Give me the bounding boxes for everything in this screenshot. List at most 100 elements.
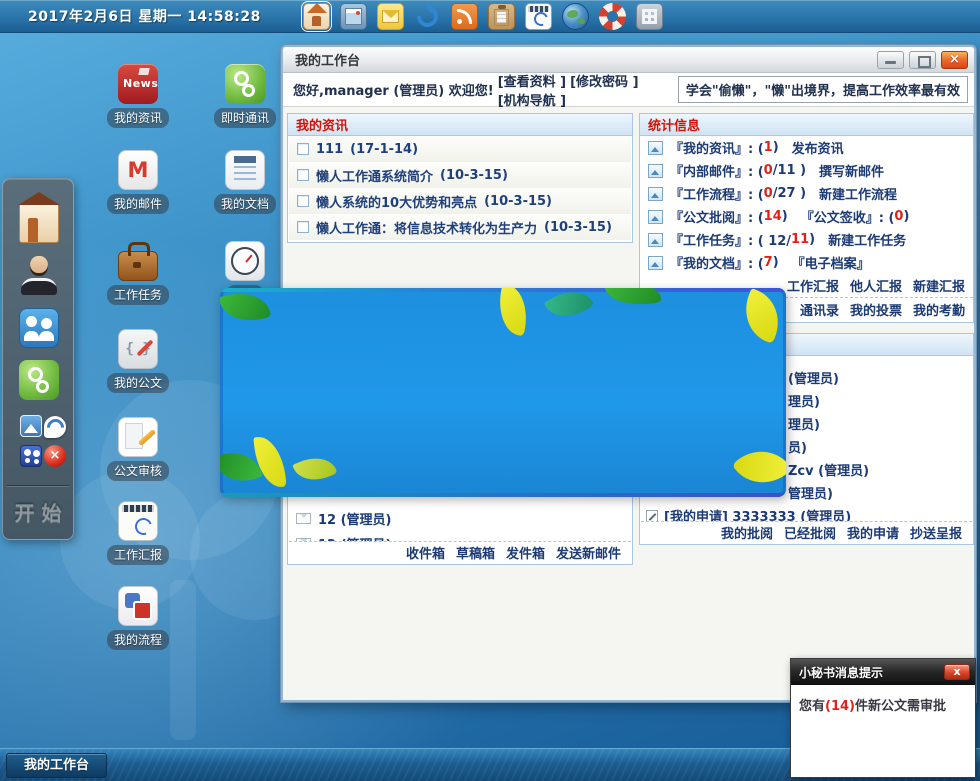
rss-icon[interactable] bbox=[451, 3, 478, 30]
doc-review-icon bbox=[118, 417, 158, 457]
text-segment[interactable]: 发布资讯 bbox=[792, 138, 844, 157]
calendar-icon[interactable] bbox=[525, 3, 552, 30]
text-segment: 1 bbox=[764, 140, 773, 155]
desktop-icon-label: 我的文档 bbox=[214, 194, 276, 214]
clipboard-icon[interactable] bbox=[488, 3, 515, 30]
stat-row: 『公文批阅』: ( 14 )『公文签收』: ( 0 ) bbox=[640, 205, 973, 228]
stats-panel-header: 统计信息 bbox=[640, 114, 973, 136]
tip-box: 学会"偷懒"，"懒"出境界，提高工作效率最有效 bbox=[678, 76, 968, 103]
text-segment[interactable]: 我的考勤 bbox=[913, 300, 965, 319]
news-item-title: 懒人工作通系统简介 bbox=[316, 166, 433, 185]
news-item[interactable]: 懒人系统的10大优势和亮点(10-3-15) bbox=[289, 188, 631, 214]
checkbox-icon[interactable] bbox=[297, 195, 309, 207]
text-segment: 『工作流程』: ( bbox=[670, 184, 764, 203]
text-segment: 7 bbox=[764, 255, 773, 270]
checkbox-icon[interactable] bbox=[297, 143, 309, 155]
checkbox-icon[interactable] bbox=[297, 169, 309, 181]
flow-icon bbox=[118, 586, 158, 626]
mail-icon bbox=[118, 150, 158, 190]
clock-icon bbox=[225, 241, 265, 281]
minimize-button[interactable] bbox=[877, 51, 904, 69]
text-segment[interactable]: 通讯录 bbox=[800, 300, 839, 319]
mail-footer-link[interactable]: 发件箱 bbox=[506, 543, 545, 562]
approval-footer-link[interactable]: 已经批阅 bbox=[784, 523, 836, 542]
globe-icon[interactable] bbox=[562, 3, 589, 30]
home-icon[interactable] bbox=[19, 203, 59, 243]
sidebar-divider bbox=[7, 485, 69, 486]
news-item[interactable]: 111(17-1-14) bbox=[289, 136, 631, 162]
im-overlay-window[interactable] bbox=[220, 288, 786, 497]
approval-footer-link[interactable]: 我的批阅 bbox=[721, 523, 773, 542]
people-icon[interactable] bbox=[20, 445, 42, 467]
approval-footer-link[interactable]: 我的申请 bbox=[847, 523, 899, 542]
text-segment[interactable]: 我的投票 bbox=[850, 300, 902, 319]
mail-item[interactable]: 12 (管理员) bbox=[288, 506, 632, 531]
window-titlebar[interactable]: 我的工作台 × bbox=[283, 47, 974, 73]
window-mini-icon bbox=[648, 187, 663, 201]
edit-icon bbox=[646, 510, 658, 522]
text-segment: 『公文签收』: ( bbox=[801, 207, 895, 226]
mail-footer-link[interactable]: 发送新邮件 bbox=[556, 543, 621, 562]
grid-icon[interactable] bbox=[636, 3, 663, 30]
popup-titlebar[interactable]: 小秘书消息提示 x bbox=[791, 659, 975, 685]
stat-row: 『内部邮件』: ( 0/11 )撰写新邮件 bbox=[640, 159, 973, 182]
news-item[interactable]: 懒人工作通：将信息技术转化为生产力(10-3-15) bbox=[289, 214, 631, 240]
leaf-icon bbox=[220, 288, 271, 328]
greeting-link[interactable]: [查看资料 ] bbox=[498, 75, 566, 90]
desktop-icon-im[interactable]: 即时通讯 bbox=[207, 64, 283, 128]
checkbox-icon[interactable] bbox=[297, 221, 309, 233]
user-avatar-icon[interactable] bbox=[19, 255, 59, 295]
news-item-date: (10-3-15) bbox=[544, 220, 612, 235]
desktop-icon-news[interactable]: 我的资讯 bbox=[100, 64, 176, 128]
text-segment[interactable]: 新建工作流程 bbox=[819, 184, 897, 203]
phone-icon[interactable] bbox=[44, 416, 66, 438]
text-segment[interactable]: 工作汇报 bbox=[787, 276, 839, 295]
desktop-icon-docs[interactable]: 我的文档 bbox=[207, 150, 283, 214]
refresh-icon[interactable] bbox=[414, 3, 441, 30]
news-item[interactable]: 懒人工作通系统简介(10-3-15) bbox=[289, 162, 631, 188]
text-segment[interactable]: 『电子档案』 bbox=[792, 253, 870, 272]
maximize-button[interactable] bbox=[909, 51, 936, 69]
secretary-popup: 小秘书消息提示 x 您有(14)件新公文需审批 bbox=[790, 658, 976, 778]
greeting-links: [查看资料 ] [修改密码 ] [机构导航 ] bbox=[494, 71, 678, 109]
mail-icon[interactable] bbox=[377, 3, 404, 30]
active-task-button[interactable]: 我的工作台 bbox=[6, 753, 107, 778]
greeting-link[interactable]: [机构导航 ] bbox=[498, 94, 566, 109]
text-segment: 0 bbox=[894, 209, 903, 224]
popup-close-button[interactable]: x bbox=[944, 664, 970, 680]
text-segment[interactable]: 他人汇报 bbox=[850, 276, 902, 295]
browser-icon[interactable] bbox=[340, 3, 367, 30]
leaf-icon bbox=[292, 449, 337, 489]
text-segment: 0 bbox=[764, 163, 773, 178]
text-segment[interactable]: 撰写新邮件 bbox=[819, 161, 884, 180]
close-red-icon[interactable]: × bbox=[44, 445, 66, 467]
start-button[interactable]: 开始 bbox=[3, 497, 73, 526]
approval-footer-link[interactable]: 抄送呈报 bbox=[910, 523, 962, 542]
desktop-icon-doc-edit[interactable]: 我的公文 bbox=[100, 329, 176, 393]
desktop-icon-doc-review[interactable]: 公文审核 bbox=[100, 417, 176, 481]
home-icon[interactable] bbox=[303, 3, 330, 30]
desktop-icon-task[interactable]: 工作任务 bbox=[100, 241, 176, 305]
desktop-icon-label: 我的公文 bbox=[107, 373, 169, 393]
greeting-link[interactable]: [修改密码 ] bbox=[570, 75, 638, 90]
window-mini-icon bbox=[648, 233, 663, 247]
text-segment[interactable]: 新建汇报 bbox=[913, 276, 965, 295]
text-segment[interactable]: 新建工作任务 bbox=[828, 230, 906, 249]
text-segment: 0 bbox=[764, 186, 773, 201]
close-button[interactable]: × bbox=[941, 51, 968, 69]
contacts-icon[interactable] bbox=[19, 308, 59, 348]
lifebuoy-icon[interactable] bbox=[599, 3, 626, 30]
desktop-icon-report[interactable]: 工作汇报 bbox=[100, 501, 176, 565]
desktop-icon-flow[interactable]: 我的流程 bbox=[100, 586, 176, 650]
instant-messenger-icon[interactable] bbox=[19, 360, 59, 400]
window-mini-icon bbox=[648, 164, 663, 178]
window-mini-icon bbox=[648, 141, 663, 155]
popup-message: 您有(14)件新公文需审批 bbox=[791, 685, 975, 724]
desktop-icon-label: 即时通讯 bbox=[214, 108, 276, 128]
mail-footer-link[interactable]: 草稿箱 bbox=[456, 543, 495, 562]
desktop-icon-mail[interactable]: 我的邮件 bbox=[100, 150, 176, 214]
mail-footer-link[interactable]: 收件箱 bbox=[406, 543, 445, 562]
desktop-icon-label: 工作任务 bbox=[107, 285, 169, 305]
stat-row: 『工作任务』: ( 12/11 )新建工作任务 bbox=[640, 228, 973, 251]
photos-icon[interactable] bbox=[20, 415, 42, 437]
